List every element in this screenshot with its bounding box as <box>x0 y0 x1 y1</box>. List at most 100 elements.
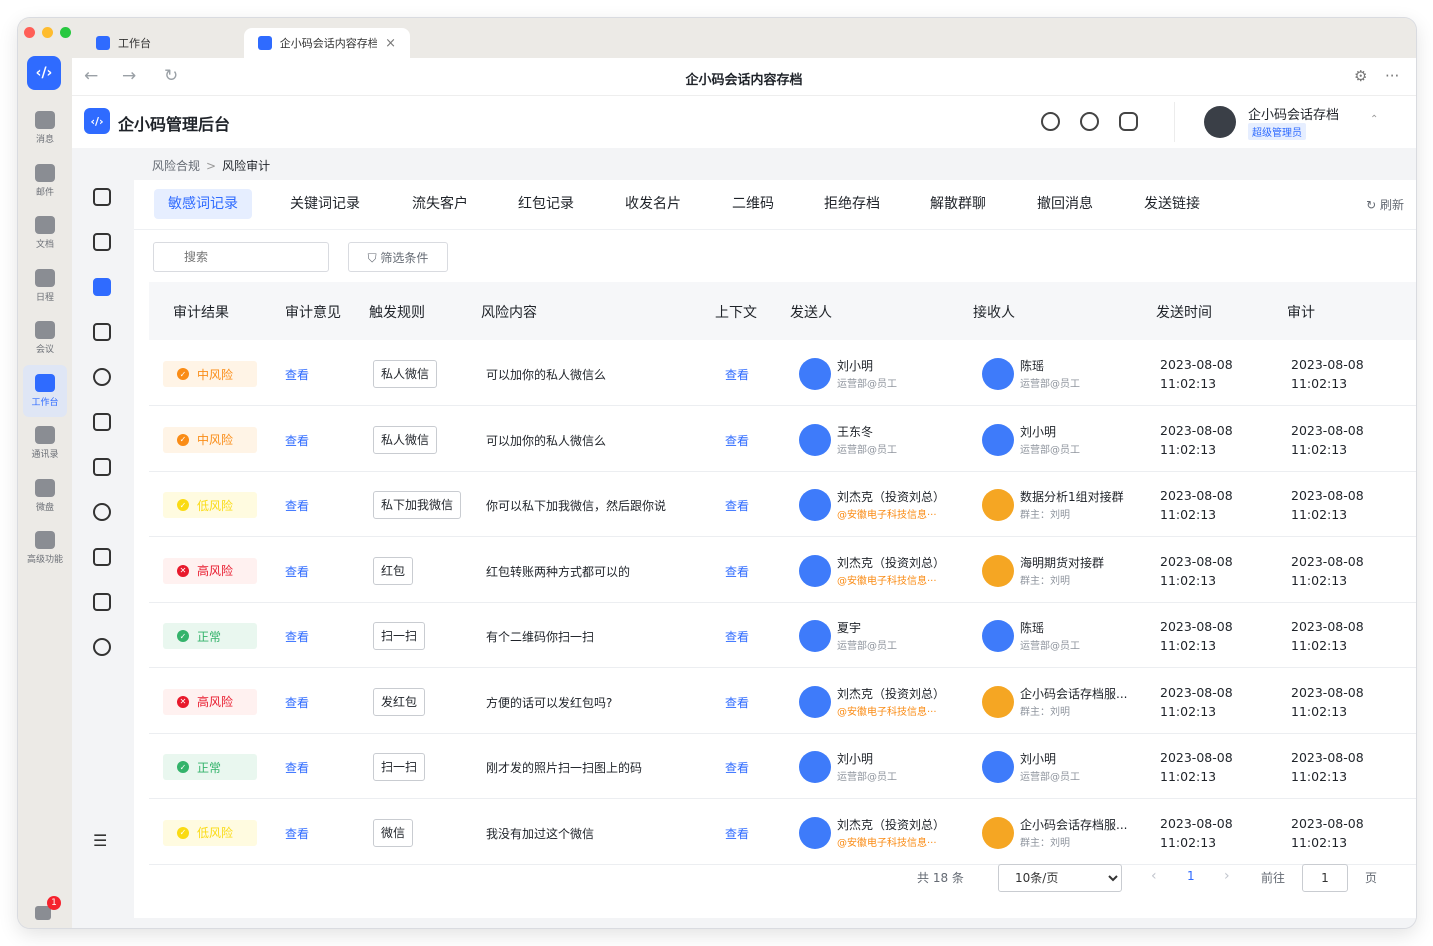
sidebar-item-chat[interactable] <box>93 503 111 521</box>
close-icon[interactable]: × <box>385 36 396 51</box>
rail-item-calendar[interactable]: 日程 <box>18 260 72 313</box>
view-opinion-link[interactable]: 查看 <box>285 497 309 514</box>
tab-2[interactable]: 关键词记录 <box>276 189 374 219</box>
rail-home[interactable]: 1 <box>35 896 61 920</box>
tab-5[interactable]: 收发名片 <box>611 189 695 219</box>
sidebar-item-company[interactable] <box>93 188 111 206</box>
col-send-time: 发送时间 <box>1156 305 1212 321</box>
status-dot-icon: ✓ <box>177 826 189 839</box>
send-date: 2023-08-08 <box>1160 422 1233 438</box>
view-opinion-link[interactable]: 查看 <box>285 694 309 711</box>
sidebar-item-alert[interactable] <box>93 368 111 386</box>
refresh-button[interactable]: ↻ 刷新 <box>1366 196 1404 213</box>
next-page-icon[interactable]: › <box>1224 868 1230 884</box>
tab-6[interactable]: 二维码 <box>718 189 788 219</box>
avatar[interactable] <box>1204 106 1236 138</box>
rail-item-mail[interactable]: 邮件 <box>18 155 72 208</box>
calendar-icon <box>35 268 55 287</box>
sidebar-item-risk[interactable] <box>93 278 111 296</box>
view-context-link[interactable]: 查看 <box>725 432 749 449</box>
address-bar: ← → ↻ 企小码会话内容存档 ⚙ ··· <box>72 58 1416 96</box>
status-badge: ✓ 低风险 <box>163 819 257 846</box>
tab-1[interactable]: 敏感词记录 <box>154 189 252 219</box>
tab-archive[interactable]: 企小码会话内容存档 × <box>244 28 410 58</box>
rail-item-drive[interactable]: 微盘 <box>18 470 72 523</box>
view-opinion-link[interactable]: 查看 <box>285 366 309 383</box>
view-opinion-link[interactable]: 查看 <box>285 759 309 776</box>
sidebar-item-audit-doc[interactable] <box>93 413 111 431</box>
tab-10[interactable]: 发送链接 <box>1130 189 1214 219</box>
tab-9[interactable]: 撤回消息 <box>1023 189 1107 219</box>
sidebar-item-report[interactable] <box>93 593 111 611</box>
view-opinion-link[interactable]: 查看 <box>285 432 309 449</box>
rail-item-contacts[interactable]: 通讯录 <box>18 417 72 470</box>
rail-item-doc[interactable]: 文档 <box>18 207 72 260</box>
rail-item-meeting[interactable]: 会议 <box>18 312 72 365</box>
workbench-icon <box>35 373 55 392</box>
minimize-window-button[interactable] <box>42 27 53 38</box>
wechat-avatar-icon <box>799 554 831 587</box>
sidebar-item-org[interactable] <box>93 548 111 566</box>
tab-8[interactable]: 解散群聊 <box>916 189 1000 219</box>
view-context-link[interactable]: 查看 <box>725 366 749 383</box>
view-context-link[interactable]: 查看 <box>725 694 749 711</box>
view-context-link[interactable]: 查看 <box>725 497 749 514</box>
sidebar-item-stats[interactable] <box>93 458 111 476</box>
tab-workbench[interactable]: 工作台 <box>82 28 240 58</box>
rail-item-advanced[interactable]: 高级功能 <box>18 522 72 575</box>
maximize-window-button[interactable] <box>60 27 71 38</box>
sender-subtitle: @安徽电子科技信息··· <box>837 706 937 718</box>
send-clock: 11:02:13 <box>1160 441 1217 457</box>
filter-tabs: ↻ 刷新 敏感词记录 关键词记录 流失客户 红包记录 收发名片 二维码 拒绝存档 解散群聊 撤回… <box>134 180 1416 230</box>
send-time: 2023-08-08 11:02:13 <box>1160 814 1233 852</box>
sender-name: 刘小明 <box>837 752 874 766</box>
filter-conditions-button[interactable]: ⛉ 筛选条件 <box>348 242 448 272</box>
rail-item-message[interactable]: 消息 <box>18 102 72 155</box>
rail-item-label: 邮件 <box>35 187 54 198</box>
sidebar-item-folder[interactable] <box>93 233 111 251</box>
view-context-link[interactable]: 查看 <box>725 563 749 580</box>
audit-date: 2023-08-08 <box>1291 488 1364 503</box>
view-opinion-link[interactable]: 查看 <box>285 628 309 645</box>
receiver-name: 刘小明 <box>1020 424 1057 439</box>
view-context-link[interactable]: 查看 <box>725 628 749 645</box>
receiver-subtitle: 运营部@员工 <box>1020 379 1080 390</box>
prev-page-icon[interactable]: ‹ <box>1151 868 1157 884</box>
tab-7[interactable]: 拒绝存档 <box>810 189 894 219</box>
page-number[interactable]: 1 <box>1187 869 1195 883</box>
chevron-up-icon[interactable]: ⌃ <box>1370 114 1378 125</box>
sidebar-item-settings[interactable] <box>93 638 111 656</box>
status-badge: ✕ 高风险 <box>163 557 257 584</box>
notification-badge: 1 <box>47 896 61 910</box>
breadcrumb-parent[interactable]: 风险合规 <box>152 159 200 173</box>
rail-item-workbench[interactable]: 工作台 <box>23 364 67 417</box>
sender-subtitle: @安徽电子科技信息··· <box>837 510 937 521</box>
goto-page-input[interactable] <box>1302 864 1348 892</box>
search-input[interactable] <box>153 242 329 272</box>
sidebar-item-shield[interactable] <box>93 323 111 341</box>
advanced-icon <box>35 531 55 550</box>
switch-icon[interactable] <box>1119 112 1138 131</box>
receiver-subtitle: 运营部@员工 <box>1020 772 1080 783</box>
receiver-cell: 陈瑶 运营部@员工 <box>982 355 1160 395</box>
tab-4[interactable]: 红包记录 <box>504 189 588 219</box>
page-size-select[interactable]: 10条/页 <box>998 864 1122 892</box>
compass-icon[interactable] <box>1041 112 1060 131</box>
view-opinion-link[interactable]: 查看 <box>285 825 309 842</box>
more-menu-icon[interactable]: ··· <box>1385 67 1399 85</box>
view-context-link[interactable]: 查看 <box>725 759 749 776</box>
close-window-button[interactable] <box>24 27 35 38</box>
status-label: 中风险 <box>197 367 234 382</box>
sender-cell: 刘杰克（投资刘总） @安徽电子科技信息··· <box>799 552 977 592</box>
view-context-link[interactable]: 查看 <box>725 825 749 842</box>
audit-time: 2023-08-08 11:02:13 <box>1291 683 1364 721</box>
collapse-menu-icon[interactable]: ☰ <box>93 831 111 850</box>
tab-3[interactable]: 流失客户 <box>398 189 482 219</box>
wechat-avatar-icon <box>799 685 831 718</box>
send-clock: 11:02:13 <box>1160 507 1217 522</box>
help-icon[interactable] <box>1080 112 1099 131</box>
view-opinion-link[interactable]: 查看 <box>285 563 309 580</box>
settings-gear-icon[interactable]: ⚙ <box>1354 67 1367 85</box>
wecom-logo-icon[interactable]: ‹/› <box>27 56 61 90</box>
receiver-cell: 企小码会话存档服... 群主：刘明 <box>982 683 1160 723</box>
